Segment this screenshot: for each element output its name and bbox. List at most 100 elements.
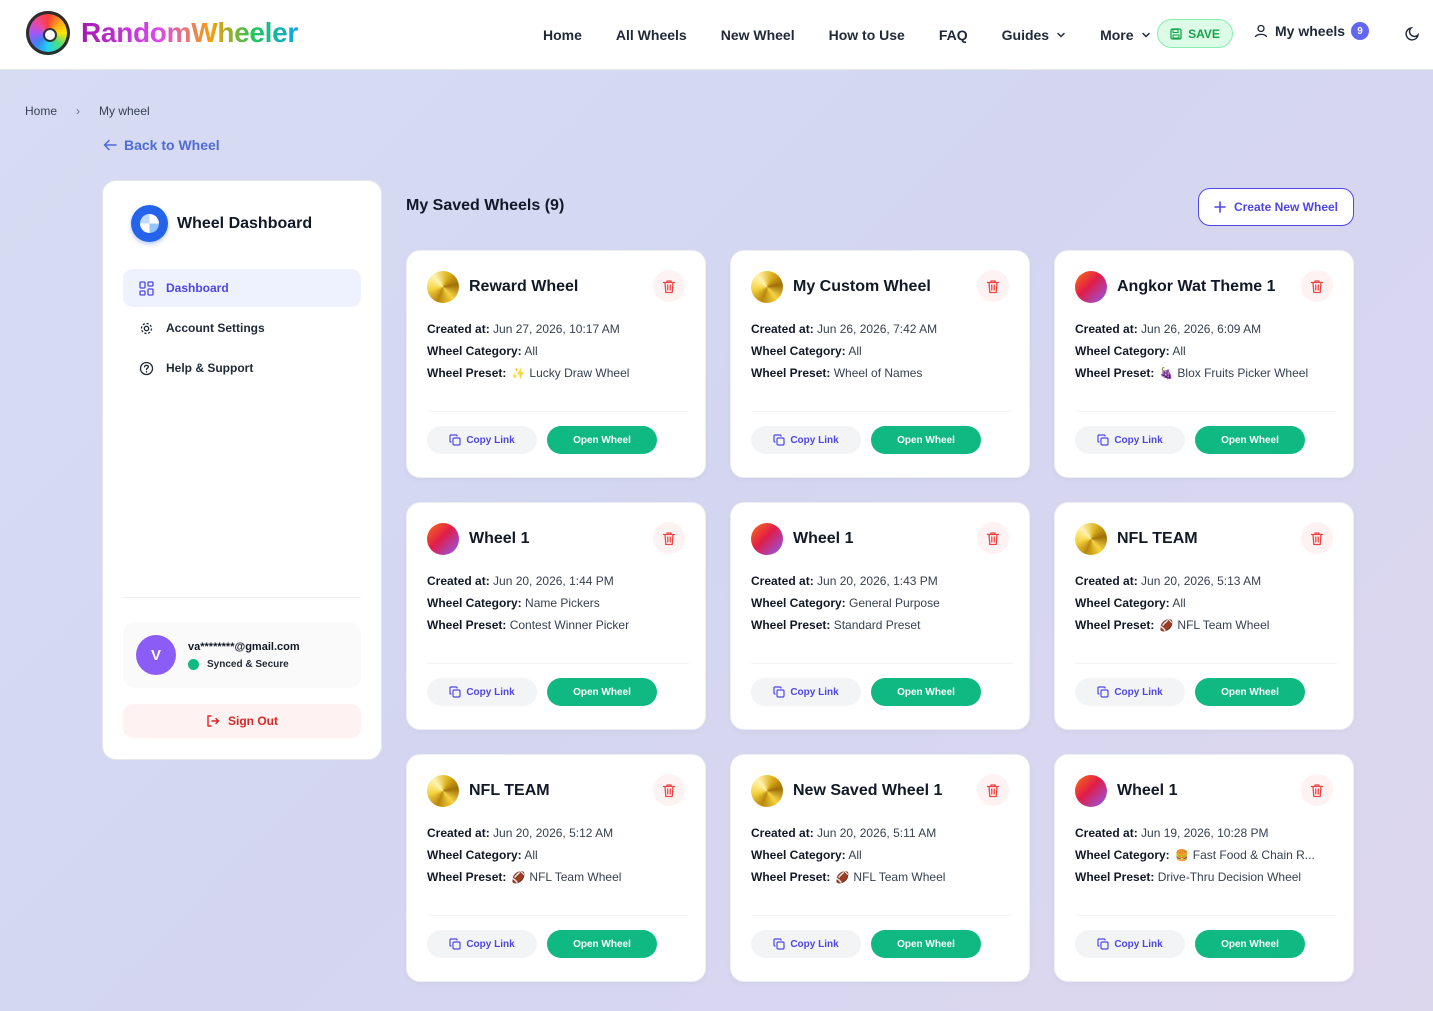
copy-link-button[interactable]: Copy Link (427, 426, 537, 454)
arrow-left-icon (103, 139, 117, 151)
preset-label: Wheel Preset: (427, 618, 507, 632)
category-label: Wheel Category: (427, 596, 522, 610)
open-wheel-button[interactable]: Open Wheel (871, 678, 981, 706)
delete-wheel-button[interactable] (977, 774, 1009, 806)
my-wheels-count-badge: 9 (1351, 22, 1370, 40)
brand-logo[interactable]: RandomWheeler (26, 11, 298, 55)
delete-wheel-button[interactable] (653, 522, 685, 554)
wheel-card: My Custom Wheel Created at: Jun 26, 2026,… (730, 250, 1030, 478)
copy-link-button[interactable]: Copy Link (751, 426, 861, 454)
card-divider (427, 915, 689, 916)
wheel-card-title: New Saved Wheel 1 (793, 782, 943, 799)
copy-icon (773, 686, 785, 698)
open-wheel-button[interactable]: Open Wheel (871, 426, 981, 454)
copy-link-button[interactable]: Copy Link (1075, 426, 1185, 454)
sidebar-item-account-settings[interactable]: Account Settings (123, 309, 361, 347)
created-at-value: Jun 20, 2026, 5:11 AM (817, 826, 937, 840)
category-value: All (524, 848, 538, 862)
open-wheel-button[interactable]: Open Wheel (1195, 930, 1305, 958)
open-wheel-button[interactable]: Open Wheel (547, 426, 657, 454)
delete-wheel-button[interactable] (653, 270, 685, 302)
copy-link-label: Copy Link (1114, 434, 1163, 446)
wheel-card: Wheel 1 Created at: Jun 19, 2026, 10:28 P… (1054, 754, 1354, 982)
wheel-thumbnail-icon (1075, 523, 1107, 555)
delete-wheel-button[interactable] (653, 774, 685, 806)
nav-faq[interactable]: FAQ (939, 27, 968, 43)
preset-value: Drive-Thru Decision Wheel (1157, 870, 1302, 884)
category-value: All (1172, 344, 1186, 358)
copy-link-label: Copy Link (466, 686, 515, 698)
sidebar-item-help-support[interactable]: Help & Support (123, 349, 361, 387)
category-label: Wheel Category: (751, 596, 846, 610)
sidebar-item-label: Help & Support (166, 361, 254, 375)
created-at-label: Created at: (1075, 826, 1138, 840)
nav-all-wheels[interactable]: All Wheels (616, 27, 687, 43)
trash-icon (662, 783, 676, 797)
open-wheel-label: Open Wheel (897, 938, 955, 950)
category-label: Wheel Category: (1075, 344, 1170, 358)
wheel-card-title: Wheel 1 (793, 530, 854, 547)
dark-mode-moon-icon[interactable] (1405, 25, 1421, 41)
delete-wheel-button[interactable] (977, 270, 1009, 302)
copy-link-button[interactable]: Copy Link (751, 930, 861, 958)
copy-link-button[interactable]: Copy Link (427, 930, 537, 958)
nav-new-wheel[interactable]: New Wheel (721, 27, 795, 43)
card-divider (1075, 915, 1337, 916)
top-header: RandomWheeler Home All Wheels New Wheel … (0, 0, 1433, 70)
category-row: Wheel Category: General Purpose (751, 592, 1013, 614)
created-at-label: Created at: (1075, 574, 1138, 588)
page-title: My Saved Wheels (9) (406, 197, 565, 214)
card-divider (1075, 411, 1337, 412)
sync-status: Synced & Secure (188, 658, 300, 670)
created-at-label: Created at: (751, 826, 814, 840)
copy-link-button[interactable]: Copy Link (427, 678, 537, 706)
open-wheel-button[interactable]: Open Wheel (1195, 678, 1305, 706)
back-to-wheel-link[interactable]: Back to Wheel (103, 137, 220, 153)
breadcrumb-home[interactable]: Home (25, 104, 57, 118)
category-row: Wheel Category: All (1075, 340, 1337, 362)
preset-row: Wheel Preset: ✨ Lucky Draw Wheel (427, 362, 689, 384)
wheel-thumbnail-icon (751, 523, 783, 555)
copy-link-button[interactable]: Copy Link (1075, 930, 1185, 958)
save-button[interactable]: SAVE (1157, 19, 1233, 48)
preset-emoji-icon: 🍇 (1159, 368, 1174, 380)
nav-more[interactable]: More (1100, 27, 1150, 43)
nav-guides[interactable]: Guides (1002, 27, 1066, 43)
wheel-card-details: Created at: Jun 20, 2026, 5:12 AM Wheel C… (427, 822, 689, 888)
wheel-thumbnail-icon (1075, 271, 1107, 303)
preset-emoji-icon: 🏈 (1159, 620, 1174, 632)
open-wheel-button[interactable]: Open Wheel (547, 678, 657, 706)
category-value: All (1172, 596, 1186, 610)
created-at-value: Jun 20, 2026, 5:13 AM (1141, 574, 1262, 588)
created-at-label: Created at: (751, 322, 814, 336)
sidebar-item-dashboard[interactable]: Dashboard (123, 269, 361, 307)
preset-label: Wheel Preset: (1075, 870, 1155, 884)
open-wheel-label: Open Wheel (573, 686, 631, 698)
preset-value: NFL Team Wheel (529, 870, 622, 884)
delete-wheel-button[interactable] (1301, 774, 1333, 806)
preset-label: Wheel Preset: (1075, 618, 1155, 632)
preset-row: Wheel Preset: Standard Preset (751, 614, 1013, 636)
card-divider (427, 411, 689, 412)
open-wheel-button[interactable]: Open Wheel (871, 930, 981, 958)
open-wheel-button[interactable]: Open Wheel (547, 930, 657, 958)
nav-home[interactable]: Home (543, 27, 582, 43)
sidebar-header: Wheel Dashboard (131, 205, 312, 242)
copy-link-button[interactable]: Copy Link (1075, 678, 1185, 706)
open-wheel-button[interactable]: Open Wheel (1195, 426, 1305, 454)
preset-row: Wheel Preset: 🏈 NFL Team Wheel (751, 866, 1013, 888)
nav-how-to-use[interactable]: How to Use (829, 27, 905, 43)
my-wheels-link[interactable]: My wheels 9 (1254, 22, 1370, 40)
delete-wheel-button[interactable] (1301, 522, 1333, 554)
sign-out-button[interactable]: Sign Out (123, 704, 361, 738)
copy-link-button[interactable]: Copy Link (751, 678, 861, 706)
dashboard-logo-icon (131, 205, 168, 242)
sidebar-title: Wheel Dashboard (177, 214, 313, 232)
delete-wheel-button[interactable] (1301, 270, 1333, 302)
created-at-row: Created at: Jun 26, 2026, 6:09 AM (1075, 318, 1337, 340)
trash-icon (986, 279, 1000, 293)
create-new-wheel-button[interactable]: Create New Wheel (1198, 188, 1354, 226)
preset-row: Wheel Preset: 🍇 Blox Fruits Picker Wheel (1075, 362, 1337, 384)
delete-wheel-button[interactable] (977, 522, 1009, 554)
preset-value: Standard Preset (833, 618, 921, 632)
